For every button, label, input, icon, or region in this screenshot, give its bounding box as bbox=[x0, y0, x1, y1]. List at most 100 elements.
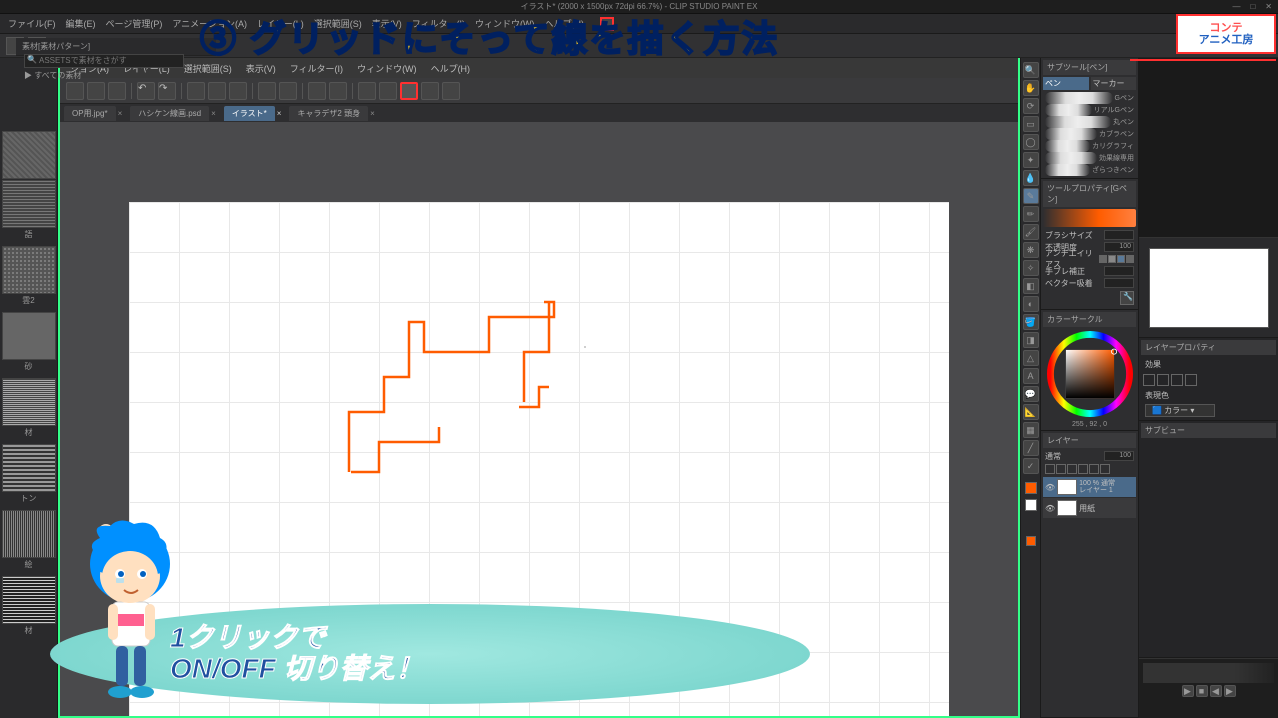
material-thumb[interactable] bbox=[2, 180, 56, 228]
blend-mode-select[interactable]: 通常 bbox=[1045, 451, 1061, 462]
layer-row[interactable]: 👁 用紙 bbox=[1043, 498, 1136, 518]
cut-icon[interactable] bbox=[187, 82, 205, 100]
fill-icon[interactable]: 🪣 bbox=[1023, 314, 1039, 330]
brush-item[interactable]: 丸ペン bbox=[1043, 116, 1136, 128]
gradient-icon[interactable]: ◨ bbox=[1023, 332, 1039, 348]
eye-icon[interactable]: 👁 bbox=[1045, 504, 1055, 513]
correct-icon[interactable]: ✓ bbox=[1023, 458, 1039, 474]
next-icon[interactable]: ▶ bbox=[1224, 685, 1236, 697]
redo-icon[interactable]: ↷ bbox=[158, 82, 176, 100]
submenu-window[interactable]: ウィンドウ(W) bbox=[351, 60, 423, 77]
new-icon[interactable] bbox=[66, 82, 84, 100]
submenu-select[interactable]: 選択範囲(S) bbox=[178, 60, 238, 77]
open-icon[interactable] bbox=[87, 82, 105, 100]
tool-icon[interactable] bbox=[229, 82, 247, 100]
submenu-filter[interactable]: フィルター(I) bbox=[284, 60, 349, 77]
doc-tab-active[interactable]: イラスト* bbox=[224, 106, 275, 121]
material-thumb[interactable] bbox=[2, 576, 56, 624]
color-mode-select[interactable]: 🟦 カラー ▾ bbox=[1145, 404, 1215, 417]
doc-tab[interactable]: ハシケン線画.psd bbox=[130, 106, 209, 121]
doc-tab[interactable]: OP用.jpg* bbox=[64, 106, 116, 121]
effect-icon[interactable] bbox=[1185, 374, 1197, 386]
aa-option[interactable] bbox=[1108, 255, 1116, 263]
tool-icon[interactable] bbox=[442, 82, 460, 100]
save-icon[interactable] bbox=[108, 82, 126, 100]
move-icon[interactable]: ✋ bbox=[1023, 80, 1039, 96]
menu-file[interactable]: ファイル(F) bbox=[4, 15, 60, 32]
brush-item[interactable]: 効果線専用 bbox=[1043, 152, 1136, 164]
material-thumb[interactable] bbox=[2, 312, 56, 360]
brush-item[interactable]: カブラペン bbox=[1043, 128, 1136, 140]
timeline-bar[interactable] bbox=[1143, 663, 1274, 683]
layer-tool-icon[interactable] bbox=[1078, 464, 1088, 474]
snap-grid-button[interactable] bbox=[400, 82, 418, 100]
brush-item[interactable]: ざらつきペン bbox=[1043, 164, 1136, 176]
mini-fg-swatch[interactable] bbox=[1026, 536, 1036, 546]
rotate-icon[interactable]: ⟳ bbox=[1023, 98, 1039, 114]
layer-tool-icon[interactable] bbox=[1056, 464, 1066, 474]
minimize-icon[interactable]: — bbox=[1232, 2, 1240, 11]
stabil-input[interactable] bbox=[1104, 266, 1134, 276]
layer-opacity-input[interactable]: 100 bbox=[1104, 451, 1134, 461]
ruler-icon[interactable]: 📐 bbox=[1023, 404, 1039, 420]
pencil-icon[interactable]: ✏ bbox=[1023, 206, 1039, 222]
play-icon[interactable]: ▶ bbox=[1182, 685, 1194, 697]
effect-icon[interactable] bbox=[1157, 374, 1169, 386]
eraser-icon[interactable]: ◧ bbox=[1023, 278, 1039, 294]
doc-tab[interactable]: キャラデザ2 頭身 bbox=[289, 106, 368, 121]
submenu-help[interactable]: ヘルプ(H) bbox=[425, 60, 477, 77]
close-icon[interactable]: ✕ bbox=[1265, 2, 1272, 11]
brush-icon[interactable]: 🖌 bbox=[1023, 224, 1039, 240]
assets-search-input[interactable]: 🔍 ASSETSで素材をさがす bbox=[24, 54, 184, 68]
effect-icon[interactable] bbox=[1143, 374, 1155, 386]
maximize-icon[interactable]: □ bbox=[1250, 2, 1255, 11]
navigator-thumb[interactable] bbox=[1149, 248, 1269, 328]
fg-color-swatch[interactable] bbox=[1025, 482, 1037, 494]
prev-icon[interactable]: ◀ bbox=[1210, 685, 1222, 697]
menu-page[interactable]: ページ管理(P) bbox=[102, 15, 167, 32]
snap-curve-icon[interactable] bbox=[379, 82, 397, 100]
layer-row-active[interactable]: 👁 100 % 通常レイヤー 1 bbox=[1043, 477, 1136, 497]
undo-icon[interactable]: ↶ bbox=[137, 82, 155, 100]
material-thumb[interactable] bbox=[2, 510, 56, 558]
tab-close-icon[interactable]: × bbox=[370, 109, 375, 118]
tab-close-icon[interactable]: × bbox=[277, 109, 282, 118]
balloon-icon[interactable]: 💬 bbox=[1023, 386, 1039, 402]
subtool-tab-marker[interactable]: マーカー bbox=[1091, 77, 1137, 90]
layer-tool-icon[interactable] bbox=[1100, 464, 1110, 474]
layer-tool-icon[interactable] bbox=[1045, 464, 1055, 474]
assets-all[interactable]: ▶ すべての素材 bbox=[24, 70, 81, 81]
tool-icon[interactable] bbox=[279, 82, 297, 100]
brush-item[interactable]: リアルGペン bbox=[1043, 104, 1136, 116]
submenu-view[interactable]: 表示(V) bbox=[240, 60, 282, 77]
tab-close-icon[interactable]: × bbox=[118, 109, 123, 118]
eye-icon[interactable]: 👁 bbox=[1045, 483, 1055, 492]
pen-icon[interactable]: ✎ bbox=[1023, 188, 1039, 204]
lasso-icon[interactable]: ◯ bbox=[1023, 134, 1039, 150]
material-thumb[interactable] bbox=[2, 444, 56, 492]
deco-icon[interactable]: ✧ bbox=[1023, 260, 1039, 276]
vector-input[interactable] bbox=[1104, 278, 1134, 288]
tool-icon[interactable] bbox=[329, 82, 347, 100]
wand-icon[interactable]: ✦ bbox=[1023, 152, 1039, 168]
tool-icon[interactable] bbox=[208, 82, 226, 100]
tool-icon[interactable] bbox=[421, 82, 439, 100]
frame-icon[interactable]: ▦ bbox=[1023, 422, 1039, 438]
brush-item[interactable]: カリグラフィ bbox=[1043, 140, 1136, 152]
material-thumb[interactable] bbox=[2, 131, 56, 179]
material-thumb[interactable] bbox=[2, 378, 56, 426]
zoom-icon[interactable]: 🔍 bbox=[1023, 62, 1039, 78]
opacity-input[interactable]: 100 bbox=[1104, 242, 1134, 252]
tool-icon[interactable] bbox=[308, 82, 326, 100]
aa-option[interactable] bbox=[1126, 255, 1134, 263]
layer-tool-icon[interactable] bbox=[1067, 464, 1077, 474]
aa-option[interactable] bbox=[1099, 255, 1107, 263]
color-wheel[interactable] bbox=[1047, 331, 1133, 417]
blend-icon[interactable]: ◐ bbox=[1023, 296, 1039, 312]
airbrush-icon[interactable]: ❋ bbox=[1023, 242, 1039, 258]
text-icon[interactable]: A bbox=[1023, 368, 1039, 384]
aa-option[interactable] bbox=[1117, 255, 1125, 263]
subtool-tab-pen[interactable]: ペン bbox=[1043, 77, 1089, 90]
material-thumb[interactable] bbox=[2, 246, 56, 294]
wrench-icon[interactable]: 🔧 bbox=[1120, 291, 1134, 305]
